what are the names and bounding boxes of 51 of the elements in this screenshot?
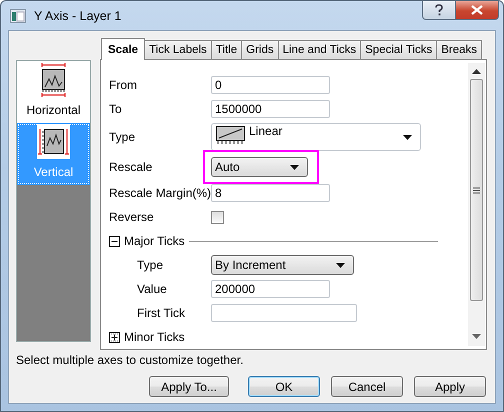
scroll-down-icon <box>472 334 481 339</box>
app-icon <box>10 8 26 22</box>
dropdown[interactable]: Linear <box>211 123 421 151</box>
help-icon <box>434 4 444 16</box>
dropdown[interactable]: Auto <box>211 157 308 177</box>
field-label: Value <box>136 282 168 296</box>
hint-text: Select multiple axes to customize together. <box>16 353 244 369</box>
dropdown-arrow-icon <box>290 164 299 170</box>
field-label: Rescale <box>109 160 154 174</box>
dropdown[interactable]: By Increment <box>211 255 354 275</box>
tab[interactable]: Grids <box>241 40 279 59</box>
input-field[interactable]: 1500000 <box>211 100 330 118</box>
input-field[interactable] <box>211 304 357 322</box>
tab[interactable]: Scale <box>101 38 146 60</box>
close-icon <box>471 5 483 15</box>
field-label: Rescale Margin(%) <box>109 186 211 200</box>
group-label: Major Ticks <box>124 234 185 248</box>
axis-chart-icon <box>37 124 70 160</box>
close-button[interactable] <box>456 1 499 20</box>
expand-icon[interactable] <box>109 332 120 342</box>
checkbox[interactable] <box>211 210 224 224</box>
dialog-button[interactable]: OK <box>248 376 320 397</box>
field-label: First Tick <box>136 306 186 320</box>
input-field[interactable]: 200000 <box>211 280 330 298</box>
dropdown-arrow-icon <box>403 134 412 140</box>
dialog-button[interactable]: Apply To... <box>149 376 229 397</box>
field-label: Reverse <box>109 210 155 224</box>
axis-item[interactable]: Horizontal <box>17 61 90 123</box>
input-field[interactable]: 8 <box>211 184 330 202</box>
tab[interactable]: Line and Ticks <box>278 40 362 59</box>
input-field[interactable]: 0 <box>211 76 330 94</box>
tab[interactable]: Title <box>210 40 242 59</box>
dropdown-arrow-icon <box>336 262 345 268</box>
dialog-button[interactable]: Cancel <box>331 376 403 397</box>
tab[interactable]: Breaks <box>436 40 482 59</box>
help-button[interactable] <box>422 1 456 20</box>
dialog-button[interactable]: Apply <box>414 376 486 397</box>
tab[interactable]: Tick Labels <box>144 40 212 59</box>
scroll-up-icon <box>472 69 481 74</box>
grip-icon <box>473 186 480 194</box>
field-label: From <box>109 78 138 92</box>
field-label: Type <box>109 130 136 144</box>
collapse-icon[interactable] <box>109 236 120 246</box>
group-label: Minor Ticks <box>124 330 185 344</box>
linear-scale-icon <box>215 124 247 146</box>
field-label: To <box>109 102 123 116</box>
scroll-thumb[interactable] <box>470 79 483 301</box>
window-title: Y Axis - Layer 1 <box>34 8 122 22</box>
scrollbar[interactable] <box>468 63 485 346</box>
tab[interactable]: Special Ticks <box>360 40 438 59</box>
field-label: Type <box>136 258 164 272</box>
